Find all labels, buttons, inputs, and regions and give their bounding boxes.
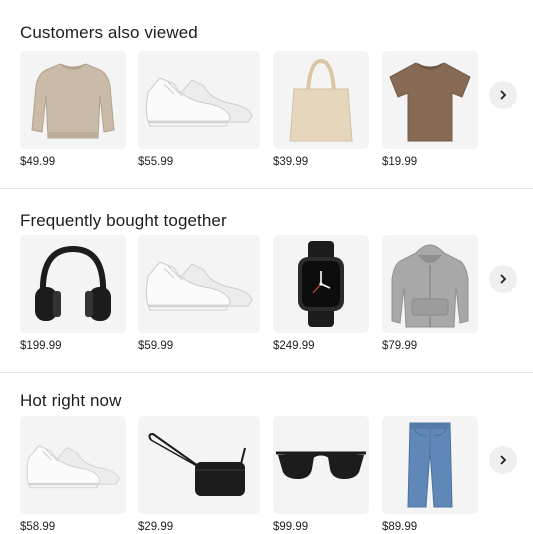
product-price: $89.99 <box>382 521 418 533</box>
sneaker-icon <box>144 70 254 130</box>
product-image[interactable] <box>273 51 369 149</box>
smartwatch-icon <box>296 241 346 327</box>
product-price: $249.99 <box>273 340 315 352</box>
product-price: $19.99 <box>382 156 418 168</box>
product-price: $39.99 <box>273 156 309 168</box>
product-image[interactable] <box>382 416 478 514</box>
product-image[interactable] <box>20 51 126 149</box>
product-image[interactable] <box>20 235 126 333</box>
product-image[interactable] <box>382 51 478 149</box>
jeans-icon <box>406 421 454 509</box>
product-carousel: $58.99 $29.99 $99.99 $89.99 <box>20 416 520 534</box>
product-carousel: $199.99 $59.99 $249.99 $79.99 <box>20 235 520 357</box>
sneaker-icon <box>144 254 254 314</box>
hoodie-icon <box>390 239 470 329</box>
carousel-next-button[interactable] <box>489 81 517 109</box>
chevron-right-icon <box>497 89 509 101</box>
product-image[interactable] <box>138 416 260 514</box>
headphones-icon <box>33 243 113 325</box>
crossbody-bag-icon <box>145 432 253 498</box>
product-carousel: $49.99 $55.99 $39.99 $19.99 <box>20 51 520 173</box>
product-price: $199.99 <box>20 340 62 352</box>
carousel-next-button[interactable] <box>489 446 517 474</box>
sunglasses-icon <box>276 445 366 485</box>
section-title: Frequently bought together <box>20 211 227 230</box>
product-price: $99.99 <box>273 521 309 533</box>
product-price: $58.99 <box>20 521 56 533</box>
product-price: $29.99 <box>138 521 174 533</box>
section-divider <box>0 372 533 373</box>
product-image[interactable] <box>273 416 369 514</box>
product-image[interactable] <box>273 235 369 333</box>
chevron-right-icon <box>497 454 509 466</box>
section-title: Hot right now <box>20 391 122 410</box>
product-image[interactable] <box>20 416 126 514</box>
tote-bag-icon <box>286 57 356 143</box>
section-title: Customers also viewed <box>20 23 198 42</box>
product-image[interactable] <box>138 51 260 149</box>
product-image[interactable] <box>138 235 260 333</box>
section-divider <box>0 188 533 189</box>
carousel-next-button[interactable] <box>489 265 517 293</box>
sweater-icon <box>30 56 116 144</box>
product-price: $55.99 <box>138 156 174 168</box>
chevron-right-icon <box>497 273 509 285</box>
product-price: $79.99 <box>382 340 418 352</box>
product-price: $49.99 <box>20 156 56 168</box>
product-image[interactable] <box>382 235 478 333</box>
product-price: $59.99 <box>138 340 174 352</box>
tshirt-icon <box>388 57 472 143</box>
sneaker-icon <box>25 437 121 493</box>
